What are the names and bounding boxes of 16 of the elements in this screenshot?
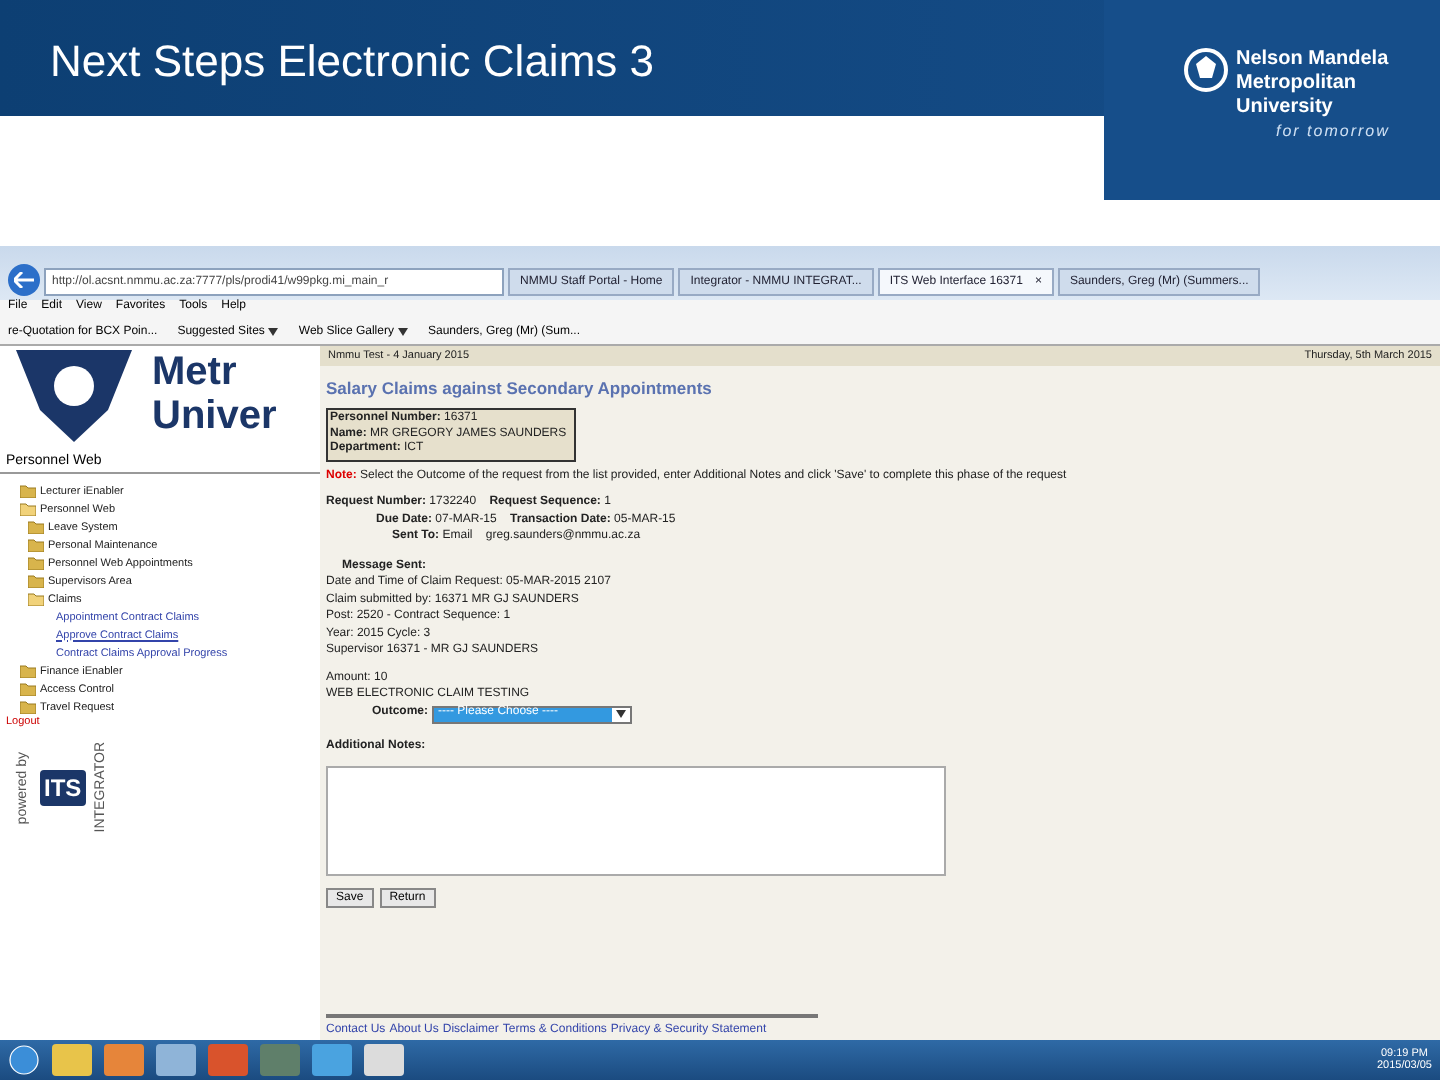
brand-logo: ITS [40,770,86,806]
logo-text: Metropolitan [1236,72,1358,96]
notes-field[interactable] [326,766,946,876]
page-title: Salary Claims against Secondary Appointments [326,378,714,398]
back-icon[interactable] [8,264,40,296]
slide-title: Next Steps Electronic Claims 3 [50,34,654,90]
logo-text: University [1236,96,1335,120]
caret-icon[interactable] [268,328,279,336]
caret-icon[interactable] [397,328,408,336]
logo-tagline: for tomorrow [1274,120,1390,144]
logo-icon [1184,48,1228,92]
start-icon[interactable] [8,1044,40,1076]
logo-text: Metr [152,350,239,394]
logo-text: Univer [152,394,277,438]
caret-icon [616,710,627,718]
logo-text: Nelson Mandela [1236,48,1390,72]
